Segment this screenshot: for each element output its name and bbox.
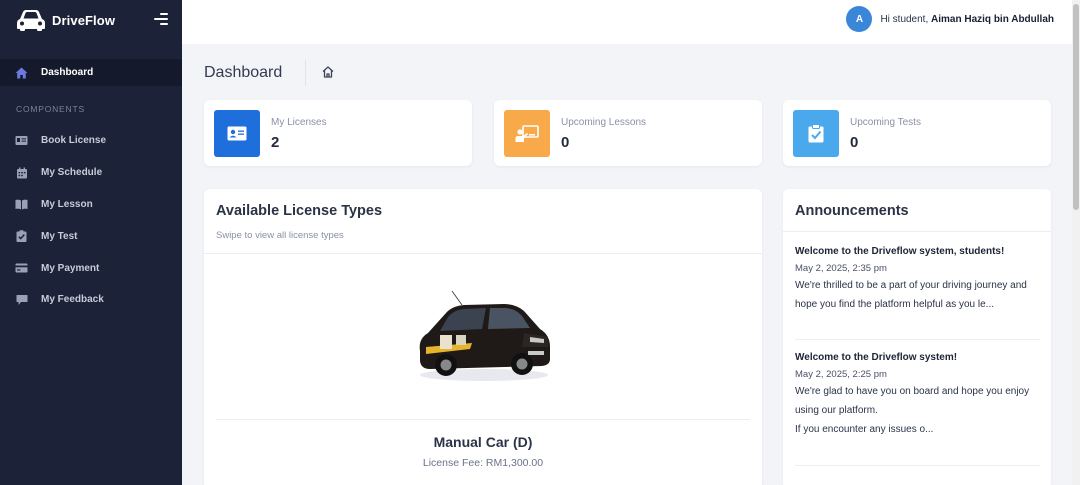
announcements-title: Announcements	[795, 203, 909, 219]
stat-value: 2	[271, 134, 280, 151]
announcement-item[interactable]: Welcome to the Driveflow system, student…	[795, 246, 1040, 314]
calendar-icon	[15, 167, 28, 179]
car-logo-icon	[17, 10, 45, 31]
sidebar-item-my-feedback[interactable]: My Feedback	[0, 284, 182, 316]
sidebar-item-label: My Payment	[41, 262, 100, 274]
id-card-icon	[214, 110, 260, 157]
license-name: Manual Car (D)	[433, 434, 533, 450]
sidebar-item-label: My Lesson	[41, 198, 93, 210]
announcement-date: May 2, 2025, 2:35 pm	[795, 263, 887, 274]
announcement-body: We're thrilled to be a part of your driv…	[795, 280, 1027, 310]
sidebar: DriveFlow Dashboard COMPONENTS Book Lice…	[0, 0, 182, 485]
announcement-divider	[795, 465, 1040, 466]
breadcrumb-home-icon[interactable]	[321, 65, 335, 79]
announcements-panel: Announcements Welcome to the Driveflow s…	[783, 189, 1051, 485]
top-bar: A Hi student, Aiman Haziq bin Abdullah	[182, 0, 1080, 44]
announcement-body-line: We're glad to have you on board and hope…	[795, 386, 1030, 416]
book-icon	[15, 198, 28, 210]
greeting-text: Hi student,	[880, 13, 929, 25]
sidebar-section-title: COMPONENTS	[16, 104, 85, 114]
user-greeting: Hi student, Aiman Haziq bin Abdullah	[880, 14, 1054, 25]
stat-label: My Licenses	[271, 117, 327, 128]
stat-value: 0	[561, 134, 570, 151]
announcement-divider	[795, 339, 1040, 340]
app-name: DriveFlow	[52, 12, 116, 28]
announcement-body: We're glad to have you on board and hope…	[795, 382, 1040, 439]
license-panel-title: Available License Types	[216, 203, 383, 219]
license-types-panel: Available License Types Swipe to view al…	[204, 189, 762, 485]
sidebar-item-book-license[interactable]: Book License	[0, 125, 182, 157]
teacher-icon	[504, 110, 550, 157]
sidebar-item-my-payment[interactable]: My Payment	[0, 252, 182, 284]
announcement-body-line: If you encounter any issues o...	[795, 424, 934, 435]
user-menu[interactable]: A Hi student, Aiman Haziq bin Abdullah	[846, 6, 1054, 32]
stat-label: Upcoming Lessons	[561, 117, 647, 128]
comment-icon	[15, 294, 28, 306]
stat-card-my-licenses[interactable]: My Licenses 2	[204, 100, 472, 166]
page-scrollbar[interactable]	[1072, 0, 1080, 485]
sidebar-item-my-test[interactable]: My Test	[0, 220, 182, 252]
page-title: Dashboard	[204, 64, 283, 81]
scrollbar-thumb[interactable]	[1073, 4, 1079, 210]
announcement-title: Welcome to the Driveflow system, student…	[795, 246, 1005, 257]
home-icon	[15, 67, 28, 79]
sidebar-item-label: My Feedback	[41, 294, 104, 306]
sidebar-item-label: Book License	[41, 135, 107, 147]
brand[interactable]: DriveFlow	[0, 0, 182, 40]
sidebar-item-dashboard[interactable]: Dashboard	[0, 59, 182, 86]
sidebar-item-label: My Schedule	[41, 167, 103, 179]
stat-card-upcoming-tests[interactable]: Upcoming Tests 0	[783, 100, 1051, 166]
announcement-title: Welcome to the Driveflow system!	[795, 352, 958, 363]
announcements-header: Announcements	[783, 189, 1051, 232]
license-panel-header: Available License Types Swipe to view al…	[204, 189, 762, 254]
announcement-date: May 2, 2025, 2:25 pm	[795, 369, 887, 380]
user-name: Aiman Haziq bin Abdullah	[931, 13, 1054, 25]
clipboard-check-icon	[15, 230, 28, 243]
sidebar-item-label: My Test	[41, 230, 78, 242]
sidebar-item-my-schedule[interactable]: My Schedule	[0, 157, 182, 189]
stat-value: 0	[850, 134, 859, 151]
sidebar-item-my-lesson[interactable]: My Lesson	[0, 189, 182, 221]
license-fee: License Fee: RM1,300.00	[422, 457, 544, 469]
sidebar-item-label: Dashboard	[41, 67, 94, 78]
header-divider	[305, 60, 306, 86]
car-image[interactable]	[412, 289, 554, 384]
announcement-item[interactable]: Welcome to the Driveflow system! May 2, …	[795, 352, 1040, 439]
stat-label: Upcoming Tests	[850, 117, 921, 128]
id-card-icon	[15, 135, 28, 147]
stat-card-upcoming-lessons[interactable]: Upcoming Lessons 0	[494, 100, 762, 166]
sidebar-toggle-icon[interactable]	[154, 13, 168, 25]
credit-card-icon	[15, 262, 28, 274]
clipboard-check-icon	[793, 110, 839, 157]
license-panel-subtitle: Swipe to view all license types	[216, 230, 344, 241]
sidebar-nav: Book License My Schedule My Lesson My Te…	[0, 125, 182, 316]
avatar[interactable]: A	[846, 6, 873, 32]
license-divider	[216, 419, 750, 420]
